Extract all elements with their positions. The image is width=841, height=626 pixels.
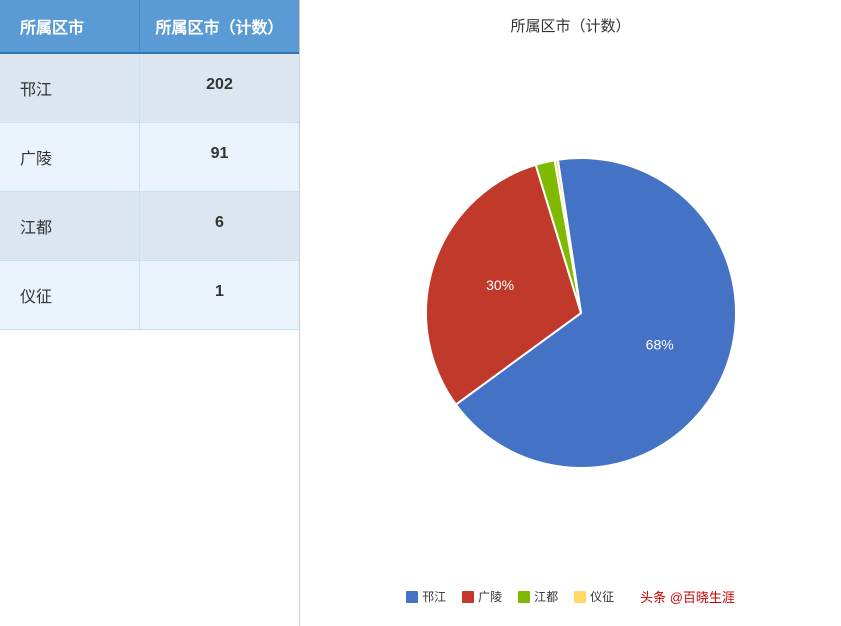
- legend-color: [462, 591, 474, 603]
- legend-item: 邗江: [406, 588, 446, 605]
- pie-label: 30%: [486, 276, 514, 292]
- legend-color: [518, 591, 530, 603]
- legend-label: 邗江: [422, 588, 446, 605]
- row-name: 邗江: [0, 54, 140, 122]
- chart-container: 68% 30%: [310, 46, 831, 579]
- row-name: 广陵: [0, 123, 140, 191]
- data-table: 所属区市 所属区市（计数） 邗江 202 广陵 91 江都 6 仪征 1: [0, 0, 300, 626]
- legend-label: 广陵: [478, 588, 502, 605]
- chart-legend: 邗江 广陵 江都 仪征 头条 @百晓生涯: [406, 587, 735, 606]
- table-row: 江都 6: [0, 192, 299, 261]
- legend-label: 仪征: [590, 588, 614, 605]
- pie-label: 68%: [645, 336, 673, 352]
- table-body: 邗江 202 广陵 91 江都 6 仪征 1: [0, 54, 299, 330]
- legend-item: 广陵: [462, 588, 502, 605]
- table-row: 邗江 202: [0, 54, 299, 123]
- legend-label: 江都: [534, 588, 558, 605]
- row-name: 江都: [0, 192, 140, 260]
- row-count: 6: [140, 192, 299, 260]
- table-row: 广陵 91: [0, 123, 299, 192]
- legend-item: 仪征: [574, 588, 614, 605]
- header-col1: 所属区市: [0, 0, 140, 52]
- chart-title: 所属区市（计数）: [510, 15, 630, 36]
- legend-item: 江都: [518, 588, 558, 605]
- row-name: 仪征: [0, 261, 140, 329]
- table-header: 所属区市 所属区市（计数）: [0, 0, 299, 54]
- table-row: 仪征 1: [0, 261, 299, 330]
- chart-section: 所属区市（计数） 68% 30% 邗江 广陵 江都 仪征 头条 @百晓生涯: [300, 0, 841, 626]
- pie-chart: 68% 30%: [396, 143, 746, 483]
- header-col2: 所属区市（计数）: [140, 0, 299, 52]
- row-count: 1: [140, 261, 299, 329]
- watermark: 头条 @百晓生涯: [640, 587, 735, 606]
- row-count: 91: [140, 123, 299, 191]
- legend-color: [574, 591, 586, 603]
- legend-color: [406, 591, 418, 603]
- row-count: 202: [140, 54, 299, 122]
